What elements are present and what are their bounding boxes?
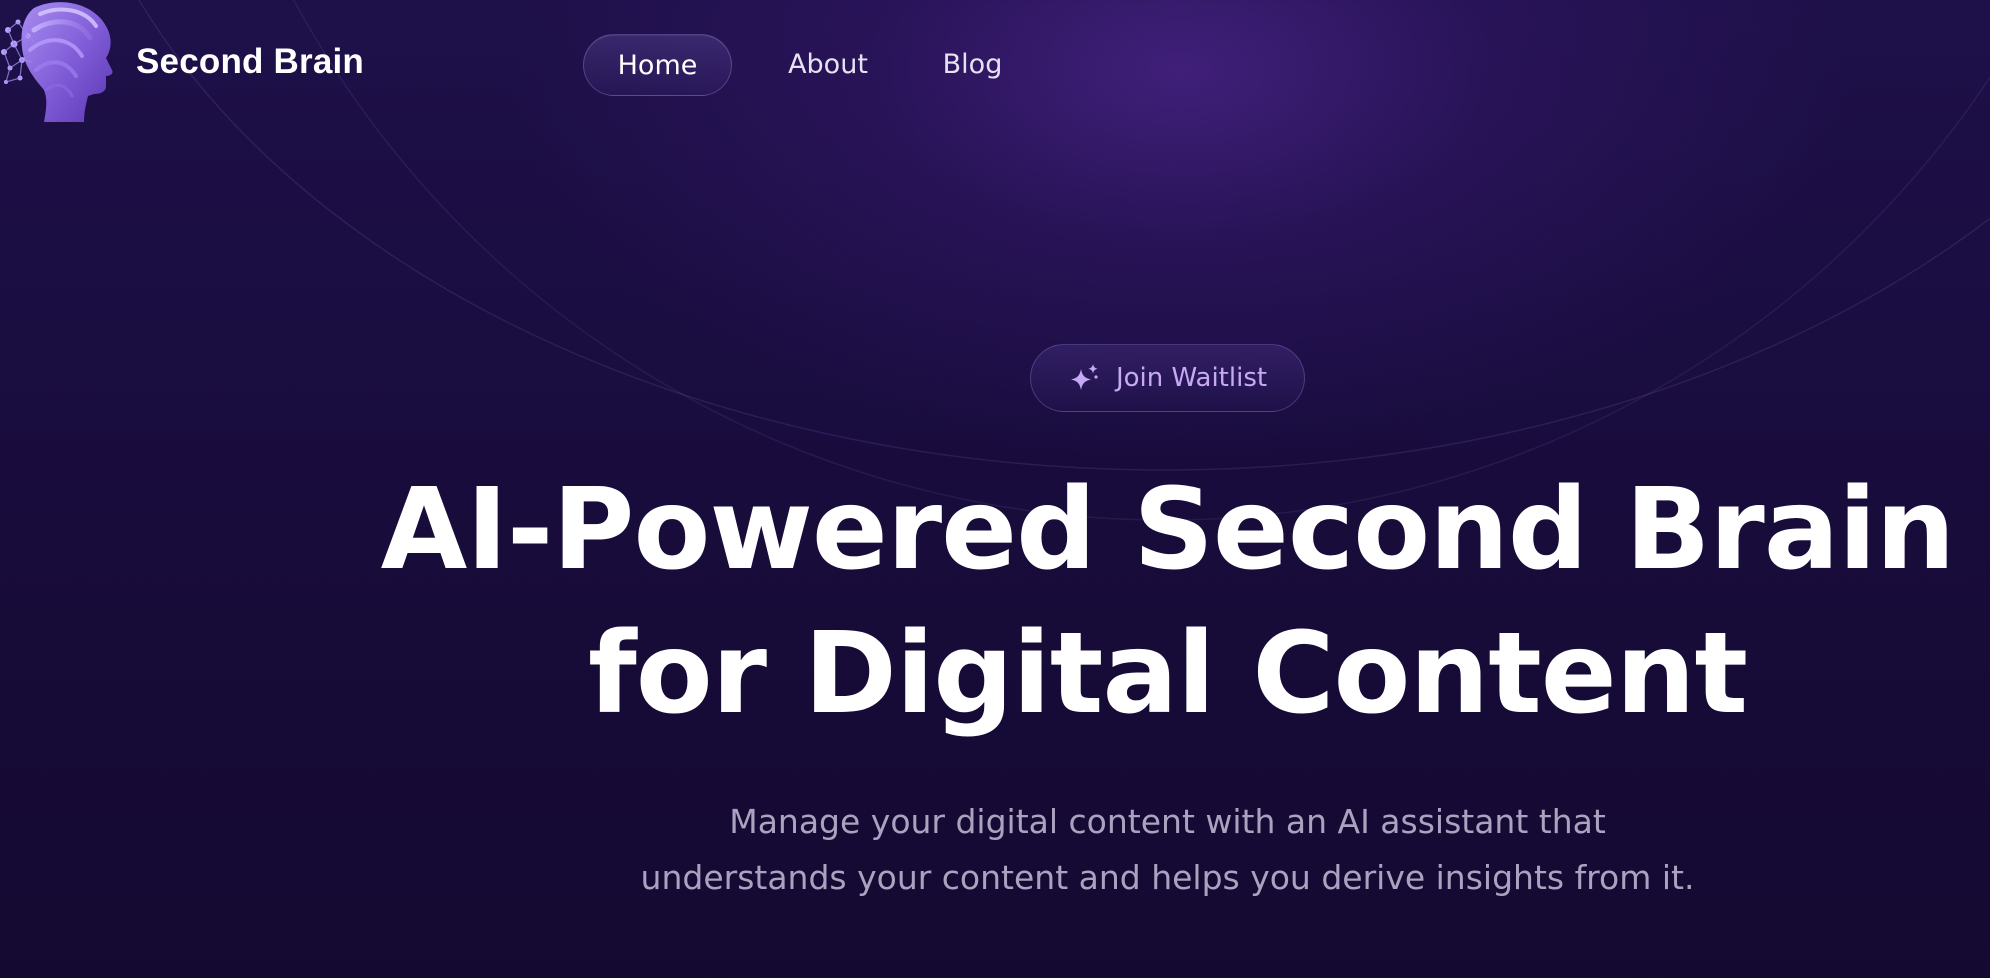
head-silhouette-neural-network-icon [1,2,113,122]
brand-name: Second Brain [136,42,365,81]
nav-item-blog[interactable]: Blog [920,34,1025,96]
sparkle-icon [1070,364,1098,390]
hero-subtitle: Manage your digital content with an AI a… [640,802,1695,897]
join-waitlist-label: Join Waitlist [1115,363,1268,393]
nav-item-home[interactable]: Home [583,34,732,96]
hero-title-line-1: AI-Powered Second Brain [380,465,1956,595]
hero-title-line-2: for Digital Content [588,609,1748,739]
join-waitlist-button[interactable]: Join Waitlist [1030,344,1305,412]
nav-item-about[interactable]: About [766,34,890,96]
hero-title: AI-Powered Second Brain for Digital Cont… [300,458,1990,746]
